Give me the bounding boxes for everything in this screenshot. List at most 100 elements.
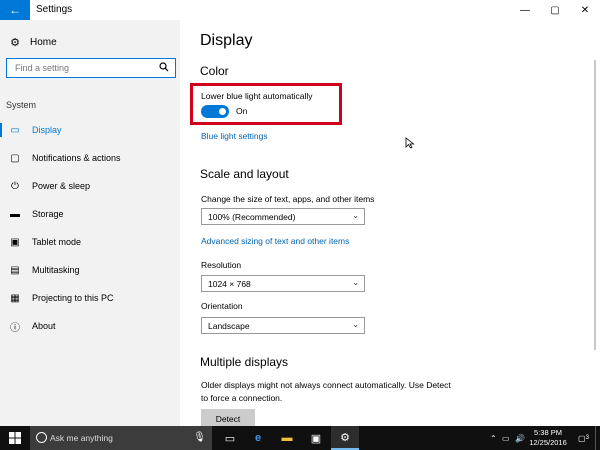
maximize-button[interactable]: ▢	[540, 0, 570, 20]
sidebar-item-home[interactable]: ⚙ Home	[0, 32, 180, 52]
sidebar: ⚙ Home System ▭ Display ▢ Notifications …	[0, 20, 180, 426]
folder-icon: ▬	[281, 432, 293, 444]
monitor-icon: ▭	[10, 124, 20, 136]
cortana-placeholder: Ask me anything	[50, 433, 113, 443]
night-light-label: Lower blue light automatically	[201, 91, 313, 101]
mouse-cursor-icon	[405, 137, 415, 149]
chevron-up-icon: ⌃	[490, 433, 497, 443]
window-title: Settings	[36, 4, 73, 15]
sidebar-item-projecting[interactable]: ▦ Projecting to this PC	[0, 287, 180, 309]
close-icon: ✕	[580, 4, 590, 16]
title-bar: ← Settings — ▢ ✕	[0, 0, 600, 20]
file-explorer-button[interactable]: ▬	[273, 426, 301, 450]
microphone-icon[interactable]: 🎙	[193, 432, 206, 443]
notifications-icon: ▢	[10, 152, 20, 164]
orientation-dropdown[interactable]: Landscape ⌄	[201, 317, 365, 334]
orientation-value: Landscape	[208, 321, 250, 331]
sidebar-item-label: Power & sleep	[32, 181, 91, 191]
task-view-button[interactable]: ▭	[216, 426, 244, 450]
projecting-icon: ▦	[10, 292, 20, 304]
scrollbar-thumb[interactable]	[594, 60, 596, 350]
multiple-displays-text-line1: Older displays might not always connect …	[201, 380, 451, 390]
chevron-down-icon: ⌄	[352, 320, 359, 329]
edge-icon: e	[254, 432, 262, 444]
back-arrow-icon: ←	[9, 3, 21, 17]
sidebar-item-multitasking[interactable]: ▤ Multitasking	[0, 259, 180, 281]
scale-label: Change the size of text, apps, and other…	[201, 194, 375, 204]
home-icon: ⚙	[10, 36, 20, 49]
blue-light-settings-link[interactable]: Blue light settings	[201, 131, 268, 141]
tray-chevron-button[interactable]: ⌃	[490, 426, 497, 450]
section-label-system: System	[6, 100, 37, 110]
power-icon: ⏻	[11, 180, 19, 192]
section-heading-color: Color	[200, 64, 229, 78]
detect-button[interactable]: Detect	[201, 409, 255, 426]
chevron-down-icon: ⌄	[352, 211, 359, 220]
main-content: Display Color Lower blue light automatic…	[180, 20, 590, 426]
about-icon: ⓘ	[10, 322, 20, 334]
sidebar-item-display[interactable]: ▭ Display	[0, 119, 180, 141]
back-button[interactable]: ←	[0, 0, 30, 20]
sidebar-item-storage[interactable]: ▬ Storage	[0, 203, 180, 225]
toggle-knob	[219, 108, 226, 115]
section-heading-scale: Scale and layout	[200, 167, 289, 181]
resolution-value: 1024 × 768	[208, 279, 251, 289]
cortana-search-box[interactable]: Ask me anything 🎙	[30, 426, 212, 450]
advanced-sizing-link[interactable]: Advanced sizing of text and other items	[201, 236, 349, 246]
search-icon[interactable]	[159, 62, 169, 75]
tablet-icon: ▣	[10, 236, 20, 248]
action-center-button[interactable]: ▢ 3	[578, 426, 589, 450]
network-icon: ▭	[502, 433, 510, 443]
search-input[interactable]	[13, 62, 157, 74]
windows-logo-icon	[9, 432, 21, 444]
sidebar-item-about[interactable]: ⓘ About	[0, 315, 180, 337]
chevron-down-icon: ⌄	[352, 278, 359, 287]
store-icon: ▣	[310, 432, 322, 445]
action-center-icon: ▢	[578, 433, 586, 443]
minimize-icon: —	[520, 4, 530, 16]
multiple-displays-text-line2: to force a connection.	[201, 393, 283, 403]
scrollbar[interactable]	[590, 20, 600, 426]
scale-value: 100% (Recommended)	[208, 212, 296, 222]
night-light-state: On	[236, 106, 248, 116]
search-box[interactable]	[6, 58, 176, 78]
close-button[interactable]: ✕	[570, 0, 600, 20]
network-button[interactable]: ▭	[502, 426, 510, 450]
clock-date: 12/25/2016	[529, 438, 567, 447]
cortana-icon	[36, 432, 47, 443]
sidebar-item-label: Storage	[32, 209, 64, 219]
storage-icon: ▬	[10, 208, 20, 220]
taskbar: Ask me anything 🎙 ▭ e ▬ ▣ ⚙ ⌃ ▭ 🔊 5:38 P…	[0, 426, 600, 450]
sidebar-item-label: Display	[32, 125, 62, 135]
notification-count: 3	[585, 435, 589, 441]
resolution-dropdown[interactable]: 1024 × 768 ⌄	[201, 275, 365, 292]
settings-taskbar-button[interactable]: ⚙	[331, 426, 359, 450]
sidebar-item-label: About	[32, 321, 56, 331]
multitasking-icon: ▤	[10, 264, 20, 276]
gear-icon: ⚙	[340, 431, 350, 444]
clock-time: 5:38 PM	[534, 428, 562, 437]
show-desktop-button[interactable]	[595, 426, 600, 450]
sidebar-item-tablet-mode[interactable]: ▣ Tablet mode	[0, 231, 180, 253]
clock[interactable]: 5:38 PM 12/25/2016	[526, 428, 570, 448]
page-title: Display	[200, 32, 253, 49]
sidebar-item-notifications[interactable]: ▢ Notifications & actions	[0, 147, 180, 169]
minimize-button[interactable]: —	[510, 0, 540, 20]
store-button[interactable]: ▣	[302, 426, 330, 450]
orientation-label: Orientation	[201, 301, 243, 311]
highlight-box	[190, 83, 342, 125]
home-label: Home	[30, 36, 57, 48]
sidebar-item-power[interactable]: ⏻ Power & sleep	[0, 175, 180, 197]
sidebar-item-label: Tablet mode	[32, 237, 82, 247]
edge-button[interactable]: e	[244, 426, 272, 450]
maximize-icon: ▢	[550, 4, 560, 16]
resolution-label: Resolution	[201, 260, 242, 270]
section-heading-multiple-displays: Multiple displays	[200, 355, 289, 369]
sidebar-item-label: Notifications & actions	[32, 153, 121, 163]
volume-button[interactable]: 🔊	[515, 426, 525, 450]
night-light-toggle[interactable]	[201, 105, 229, 118]
sidebar-item-label: Projecting to this PC	[32, 293, 114, 303]
scale-dropdown[interactable]: 100% (Recommended) ⌄	[201, 208, 365, 225]
sidebar-item-label: Multitasking	[32, 265, 80, 275]
start-button[interactable]	[0, 426, 30, 450]
